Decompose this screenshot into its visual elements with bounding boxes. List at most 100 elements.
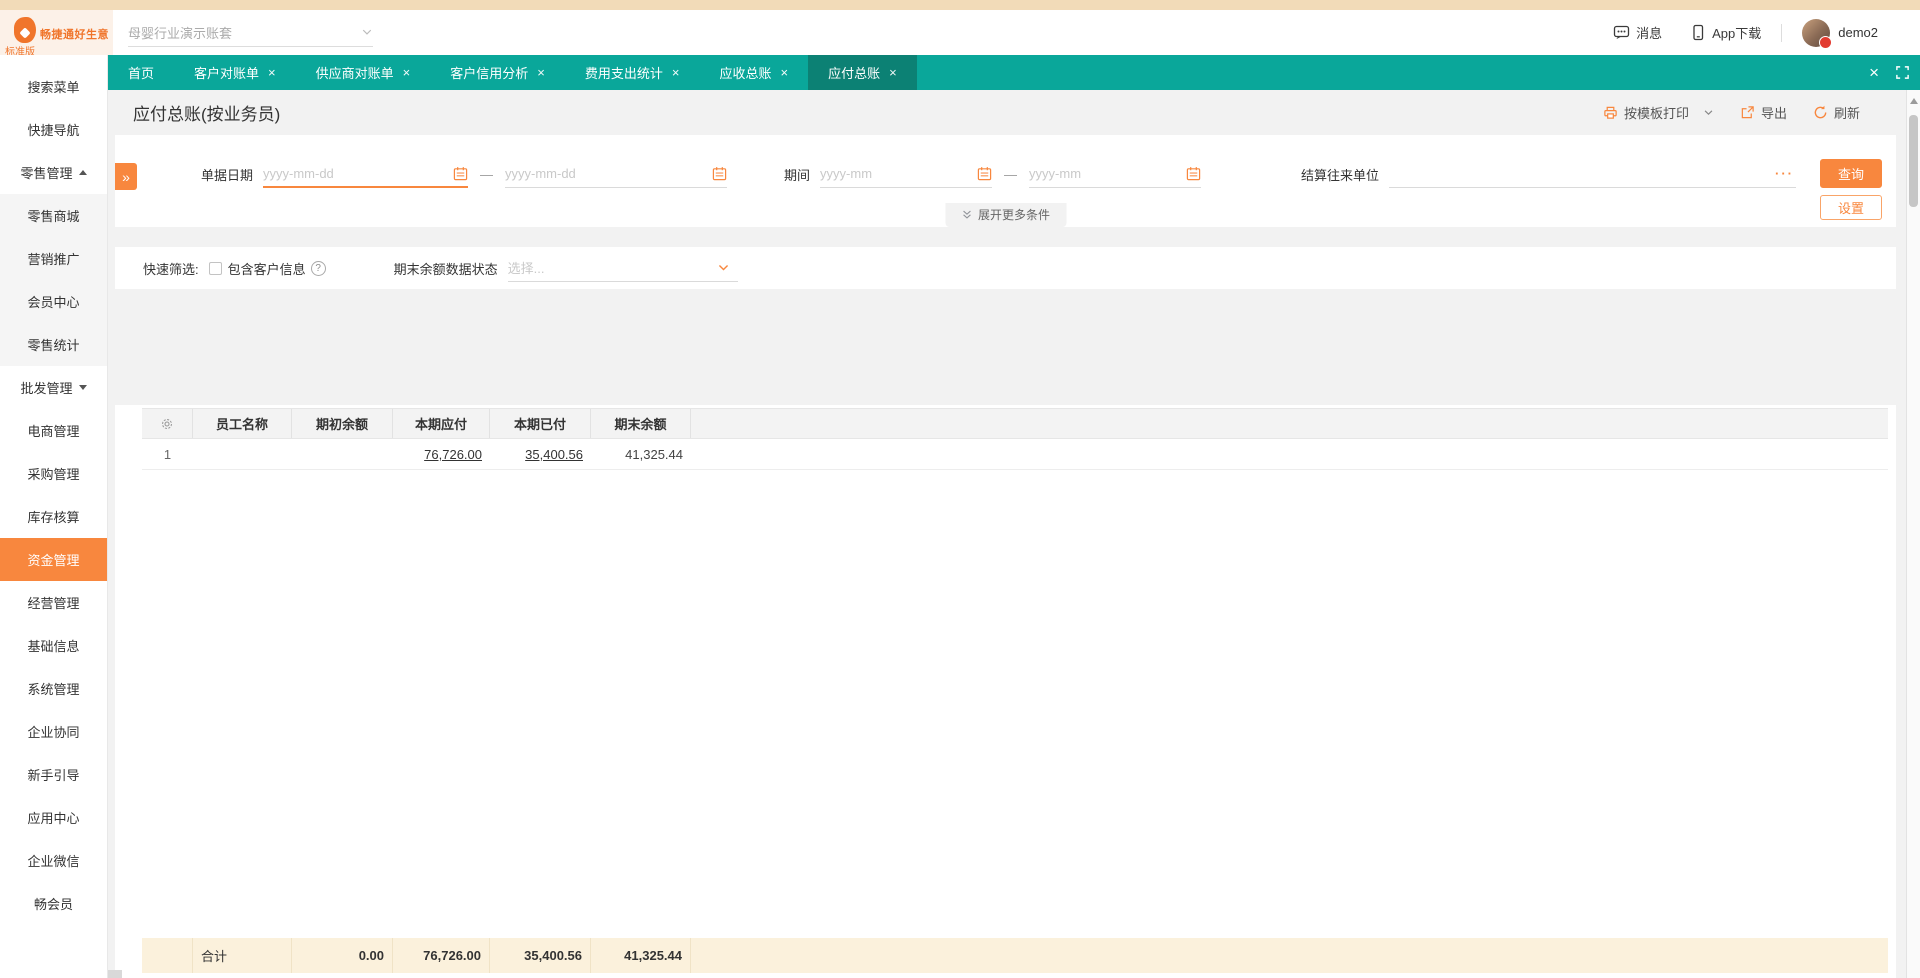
tab-payable-ledger[interactable]: 应付总账 × xyxy=(808,55,917,90)
messages-button[interactable]: 消息 xyxy=(1613,23,1662,42)
sidebar-item-purchase-mgmt[interactable]: 采购管理 xyxy=(0,452,107,495)
chevron-down-icon[interactable] xyxy=(1703,107,1714,118)
tab-home[interactable]: 首页 xyxy=(108,55,174,90)
total-paid: 35,400.56 xyxy=(490,938,591,973)
app-header: 畅捷通好生意 标准版 母婴行业演示账套 消息 App下载 demo2 xyxy=(0,10,1920,58)
tab-customer-credit-analysis[interactable]: 客户信用分析 × xyxy=(430,55,565,90)
sidebar-item-label: 基础信息 xyxy=(27,639,80,654)
sidebar-item-label: 零售商城 xyxy=(27,209,80,224)
app-download-button[interactable]: App下载 xyxy=(1690,23,1761,42)
tab-label: 客户信用分析 xyxy=(450,66,529,81)
partner-picker-icon[interactable]: ··· xyxy=(1773,166,1796,181)
table-row[interactable]: 1 76,726.00 35,400.56 41,325.44 xyxy=(142,439,1888,470)
sidebar-item-search-menu[interactable]: 搜索菜单 xyxy=(0,65,107,108)
sidebar-item-retail-mgmt[interactable]: 零售管理 xyxy=(0,151,107,194)
tab-supplier-statement[interactable]: 供应商对账单 × xyxy=(296,55,431,90)
balance-status-select[interactable]: 选择... xyxy=(507,254,738,282)
partner-label: 结算往来单位 xyxy=(1301,167,1380,183)
tab-close-icon[interactable]: × xyxy=(403,66,411,79)
paid-amount-link[interactable]: 35,400.56 xyxy=(525,447,583,462)
col-header-employee-name[interactable]: 员工名称 xyxy=(193,409,292,438)
chevron-down-icon xyxy=(718,264,728,271)
sidebar: 搜索菜单 快捷导航 零售管理 零售商城 营销推广 会员中心 零售统计 批发管理 … xyxy=(0,55,108,978)
collapse-filter-button[interactable]: » xyxy=(115,163,137,190)
query-button[interactable]: 查询 xyxy=(1820,159,1882,188)
period-to-field xyxy=(1029,160,1202,188)
sidebar-item-label: 采购管理 xyxy=(27,467,80,482)
tabbar-actions: × xyxy=(1869,55,1920,90)
username[interactable]: demo2 xyxy=(1838,25,1878,40)
tab-label: 应付总账 xyxy=(828,66,881,81)
doc-date-to-input[interactable] xyxy=(505,166,713,181)
refresh-button[interactable]: 刷新 xyxy=(1813,103,1860,122)
period-to-input[interactable] xyxy=(1029,166,1187,181)
close-all-tabs-icon[interactable]: × xyxy=(1869,63,1879,83)
sidebar-item-label: 批发管理 xyxy=(20,381,73,396)
scrollbar-thumb[interactable] xyxy=(1909,115,1918,207)
tab-label: 费用支出统计 xyxy=(584,66,663,81)
help-icon[interactable]: ? xyxy=(310,260,326,276)
export-button[interactable]: 导出 xyxy=(1740,103,1787,122)
calendar-icon[interactable] xyxy=(453,166,468,181)
sidebar-item-label: 零售统计 xyxy=(27,338,80,353)
quick-filter-row: 快速筛选: 包含客户信息 ? 期末余额数据状态 选择... xyxy=(115,247,1896,289)
scrollbar-up-arrow[interactable] xyxy=(1910,98,1918,104)
sidebar-item-inventory-accounting[interactable]: 库存核算 xyxy=(0,495,107,538)
print-by-template-button[interactable]: 按模板打印 xyxy=(1603,103,1714,122)
balance-status-placeholder: 选择... xyxy=(507,261,545,276)
payable-amount-link[interactable]: 76,726.00 xyxy=(424,447,482,462)
calendar-icon[interactable] xyxy=(977,166,992,181)
sidebar-item-enterprise-wechat[interactable]: 企业微信 xyxy=(0,839,107,882)
header-divider xyxy=(1781,23,1783,42)
sidebar-item-ecommerce-mgmt[interactable]: 电商管理 xyxy=(0,409,107,452)
row-index: 1 xyxy=(163,446,172,462)
tab-close-icon[interactable]: × xyxy=(672,66,680,79)
col-header-opening-balance[interactable]: 期初余额 xyxy=(292,409,393,438)
sidebar-item-chang-member[interactable]: 畅会员 xyxy=(0,882,107,925)
fullscreen-icon[interactable] xyxy=(1895,65,1910,80)
gear-icon[interactable] xyxy=(160,417,174,431)
tab-expense-statistics[interactable]: 费用支出统计 × xyxy=(565,55,700,90)
include-customer-checkbox[interactable] xyxy=(208,261,222,275)
col-header-ending-balance[interactable]: 期末余额 xyxy=(591,409,691,438)
tab-receivable-ledger[interactable]: 应收总账 × xyxy=(699,55,808,90)
collapse-up-icon xyxy=(78,170,87,175)
phone-icon xyxy=(1693,24,1704,41)
partner-input[interactable] xyxy=(1389,166,1773,181)
horizontal-scrollbar-thumb[interactable] xyxy=(108,970,122,978)
sidebar-item-basic-info[interactable]: 基础信息 xyxy=(0,624,107,667)
doc-date-from-input[interactable] xyxy=(263,165,454,181)
avatar[interactable] xyxy=(1802,18,1833,49)
settings-button[interactable]: 设置 xyxy=(1820,195,1882,220)
vertical-scrollbar[interactable] xyxy=(1906,90,1920,978)
tab-close-icon[interactable]: × xyxy=(889,66,897,79)
sidebar-item-wholesale-mgmt[interactable]: 批发管理 xyxy=(0,366,107,409)
sidebar-item-marketing[interactable]: 营销推广 xyxy=(0,237,107,280)
sidebar-item-operation-mgmt[interactable]: 经营管理 xyxy=(0,581,107,624)
calendar-icon[interactable] xyxy=(1186,166,1201,181)
sidebar-item-app-center[interactable]: 应用中心 xyxy=(0,796,107,839)
sidebar-item-system-mgmt[interactable]: 系统管理 xyxy=(0,667,107,710)
sidebar-item-retail-stats[interactable]: 零售统计 xyxy=(0,323,107,366)
expand-more-label: 展开更多条件 xyxy=(977,208,1051,222)
column-settings-cell xyxy=(142,409,193,438)
sidebar-item-beginner-guide[interactable]: 新手引导 xyxy=(0,753,107,796)
sidebar-item-member-center[interactable]: 会员中心 xyxy=(0,280,107,323)
sidebar-item-label: 零售管理 xyxy=(20,166,73,181)
calendar-icon[interactable] xyxy=(712,166,727,181)
sidebar-item-retail-mall[interactable]: 零售商城 xyxy=(0,194,107,237)
sidebar-item-fund-mgmt[interactable]: 资金管理 xyxy=(0,538,107,581)
tab-customer-statement[interactable]: 客户对账单 × xyxy=(174,55,296,90)
total-row: 合计 0.00 76,726.00 35,400.56 41,325.44 xyxy=(142,938,1888,973)
period-from-input[interactable] xyxy=(820,166,978,181)
col-header-payable-this-period[interactable]: 本期应付 xyxy=(393,409,490,438)
tab-close-icon[interactable]: × xyxy=(537,66,545,79)
tab-close-icon[interactable]: × xyxy=(268,66,276,79)
table-header-row: 员工名称 期初余额 本期应付 本期已付 期末余额 xyxy=(142,408,1888,439)
sidebar-item-quick-nav[interactable]: 快捷导航 xyxy=(0,108,107,151)
col-header-paid-this-period[interactable]: 本期已付 xyxy=(490,409,591,438)
sidebar-item-enterprise-collab[interactable]: 企业协同 xyxy=(0,710,107,753)
tab-close-icon[interactable]: × xyxy=(780,66,788,79)
account-set-selector[interactable]: 母婴行业演示账套 xyxy=(128,19,373,47)
expand-more-conditions[interactable]: 展开更多条件 xyxy=(944,203,1067,227)
